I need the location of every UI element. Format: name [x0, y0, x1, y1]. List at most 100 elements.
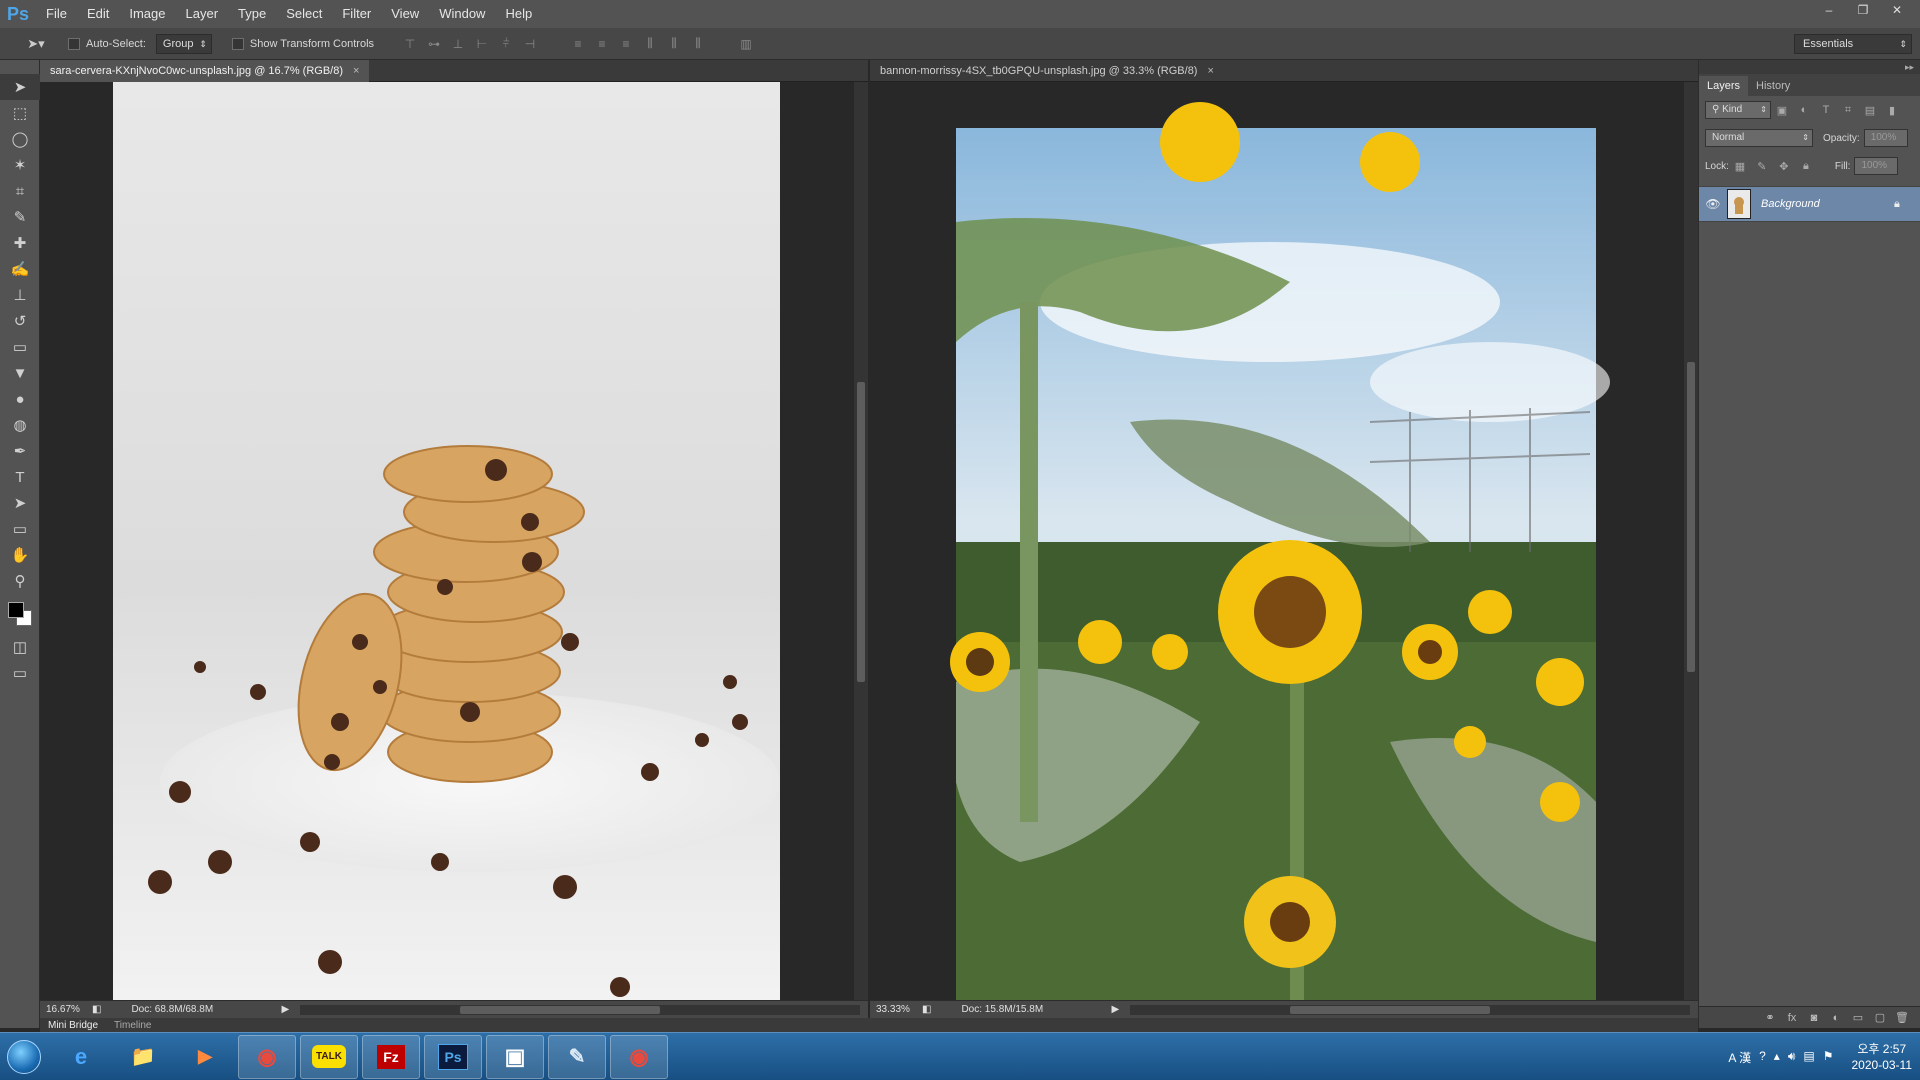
auto-align-icon[interactable]: ▥ [734, 34, 758, 54]
rectangle-tool-icon[interactable]: ▭ [0, 516, 40, 542]
eraser-tool-icon[interactable]: ▭ [0, 334, 40, 360]
horizontal-scroll-thumb[interactable] [460, 1006, 660, 1014]
checkbox-box[interactable] [231, 37, 244, 50]
screen-mode-icon[interactable]: ▭ [0, 660, 40, 686]
photoshop-icon[interactable]: Ps [424, 1034, 482, 1079]
lock-image-icon[interactable]: ✎ [1751, 157, 1773, 175]
volume-icon[interactable]: 🔊︎ [1788, 1049, 1796, 1066]
workspace-switcher[interactable]: Essentials ⇕ [1794, 34, 1912, 54]
delete-layer-icon[interactable]: 🗑︎ [1891, 1009, 1913, 1027]
filter-pixel-icon[interactable]: ▣ [1771, 101, 1793, 119]
filter-shape-icon[interactable]: ⌗ [1837, 101, 1859, 119]
pen-tool-icon[interactable]: ✒ [0, 438, 40, 464]
show-transform-checkbox[interactable]: Show Transform Controls [231, 37, 374, 50]
menu-help[interactable]: Help [495, 0, 542, 28]
vertical-scroll-thumb[interactable] [1687, 362, 1695, 672]
tab-timeline[interactable]: Timeline [106, 1020, 159, 1031]
path-selection-tool-icon[interactable]: ➤ [0, 490, 40, 516]
align-hcenter-icon[interactable]: ⫩ [494, 34, 518, 54]
link-layers-icon[interactable]: ⚭ [1759, 1009, 1781, 1027]
zoom-tool-icon[interactable]: ⚲ [0, 568, 40, 594]
menu-layer[interactable]: Layer [176, 0, 229, 28]
filter-type-icon[interactable]: T [1815, 101, 1837, 119]
app-window-icon[interactable]: ▣ [486, 1034, 544, 1079]
help-icon[interactable]: ? [1759, 1049, 1766, 1066]
menu-filter[interactable]: Filter [332, 0, 381, 28]
zoom-level[interactable]: 33.33% [870, 1004, 916, 1015]
menu-image[interactable]: Image [119, 0, 175, 28]
canvas-area[interactable] [870, 82, 1684, 1000]
align-vcenter-icon[interactable]: ⊶ [422, 34, 446, 54]
horizontal-scrollbar[interactable] [300, 1005, 860, 1015]
marquee-tool-icon[interactable]: ⬚ [0, 100, 40, 126]
layer-row-background[interactable]: 👁︎ Background 🔒︎ [1699, 186, 1920, 222]
input-method-indicator[interactable]: A 漢 [1728, 1049, 1751, 1066]
tab-mini-bridge[interactable]: Mini Bridge [40, 1020, 106, 1031]
menu-view[interactable]: View [381, 0, 429, 28]
filter-smart-object-icon[interactable]: ▤ [1859, 101, 1881, 119]
new-adjustment-icon[interactable]: ◐ [1825, 1009, 1847, 1027]
layer-name[interactable]: Background [1761, 198, 1894, 210]
restore-button[interactable]: ❐ [1846, 0, 1880, 20]
distribute-top-icon[interactable]: ≡ [566, 34, 590, 54]
new-layer-icon[interactable]: ▢ [1869, 1009, 1891, 1027]
kakaotalk-icon[interactable]: TALK [300, 1034, 358, 1079]
align-bottom-icon[interactable]: ⊥ [446, 34, 470, 54]
opacity-input[interactable]: 100% [1863, 129, 1908, 147]
menu-edit[interactable]: Edit [77, 0, 119, 28]
close-button[interactable]: ✕ [1880, 0, 1914, 20]
quick-mask-icon[interactable]: ◫ [0, 634, 40, 660]
menu-file[interactable]: File [36, 0, 77, 28]
menu-window[interactable]: Window [429, 0, 495, 28]
menu-select[interactable]: Select [276, 0, 332, 28]
lasso-tool-icon[interactable]: ◯ [0, 126, 40, 152]
new-group-icon[interactable]: ▭ [1847, 1009, 1869, 1027]
document-tab[interactable]: bannon-morrissy-4SX_tb0GPQU-unsplash.jpg… [870, 60, 1224, 82]
collapse-icon[interactable]: ▸▸ [1905, 62, 1914, 73]
media-player-icon[interactable]: ▶ [176, 1035, 234, 1079]
magic-wand-tool-icon[interactable]: ✶ [0, 152, 40, 178]
blend-mode-dropdown[interactable]: Normal ⇕ [1705, 129, 1813, 147]
zoom-level[interactable]: 16.67% [40, 1004, 86, 1015]
minimize-button[interactable]: – [1812, 0, 1846, 20]
close-tab-icon[interactable]: × [1207, 65, 1213, 77]
horizontal-scroll-thumb[interactable] [1290, 1006, 1490, 1014]
distribute-bottom-icon[interactable]: ≡ [614, 34, 638, 54]
crop-tool-icon[interactable]: ⌗ [0, 178, 40, 204]
taskbar-clock[interactable]: 오후 2:57 2020-03-11 [1852, 1041, 1913, 1073]
paint-bucket-tool-icon[interactable]: ▼ [0, 360, 40, 386]
visibility-eye-icon[interactable]: 👁︎ [1699, 197, 1727, 211]
chrome-icon[interactable]: ◉ [238, 1034, 296, 1079]
healing-brush-tool-icon[interactable]: ✚ [0, 230, 40, 256]
document-tab[interactable]: sara-cervera-KXnjNvoC0wc-unsplash.jpg @ … [40, 59, 370, 82]
lock-transparency-icon[interactable]: ▦ [1729, 157, 1751, 175]
canvas-area[interactable] [40, 82, 854, 1000]
action-center-icon[interactable]: ⚑ [1823, 1049, 1834, 1066]
distribute-left-icon[interactable]: ⫼ [638, 34, 662, 54]
network-icon[interactable]: ▤ [1803, 1049, 1814, 1066]
fill-input[interactable]: 100% [1854, 157, 1899, 175]
filezilla-icon[interactable]: Fz [362, 1034, 420, 1079]
status-arrow-icon[interactable]: ▶ [1111, 1004, 1119, 1015]
distribute-right-icon[interactable]: ⫼ [686, 34, 710, 54]
vertical-scrollbar[interactable] [1684, 82, 1698, 1000]
distribute-hcenter-icon[interactable]: ⫼ [662, 34, 686, 54]
foreground-color-swatch[interactable] [8, 602, 24, 618]
eyedropper-tool-icon[interactable]: ✎ [0, 204, 40, 230]
clone-stamp-tool-icon[interactable]: ⊥ [0, 282, 40, 308]
distribute-vcenter-icon[interactable]: ≡ [590, 34, 614, 54]
dodge-tool-icon[interactable]: ◍ [0, 412, 40, 438]
checkbox-box[interactable] [68, 37, 80, 50]
tool-preset-picker[interactable]: ➤▾ [16, 32, 56, 56]
internet-explorer-icon[interactable]: e [52, 1035, 110, 1079]
status-menu-icon[interactable]: ◧ [92, 1004, 101, 1015]
tab-layers[interactable]: Layers [1699, 76, 1749, 96]
auto-select-dropdown[interactable]: Group ⇕ [155, 33, 212, 54]
show-hidden-icons-icon[interactable]: ▴ [1774, 1049, 1780, 1066]
panel-collapse-bar[interactable]: ▸▸ [1699, 60, 1920, 74]
lock-all-icon[interactable]: 🔒︎ [1795, 157, 1817, 175]
chrome-icon[interactable]: ◉ [610, 1034, 668, 1079]
type-tool-icon[interactable]: T [0, 464, 40, 490]
move-tool-icon[interactable]: ➤ [0, 74, 40, 100]
vertical-scrollbar[interactable] [854, 82, 868, 1000]
